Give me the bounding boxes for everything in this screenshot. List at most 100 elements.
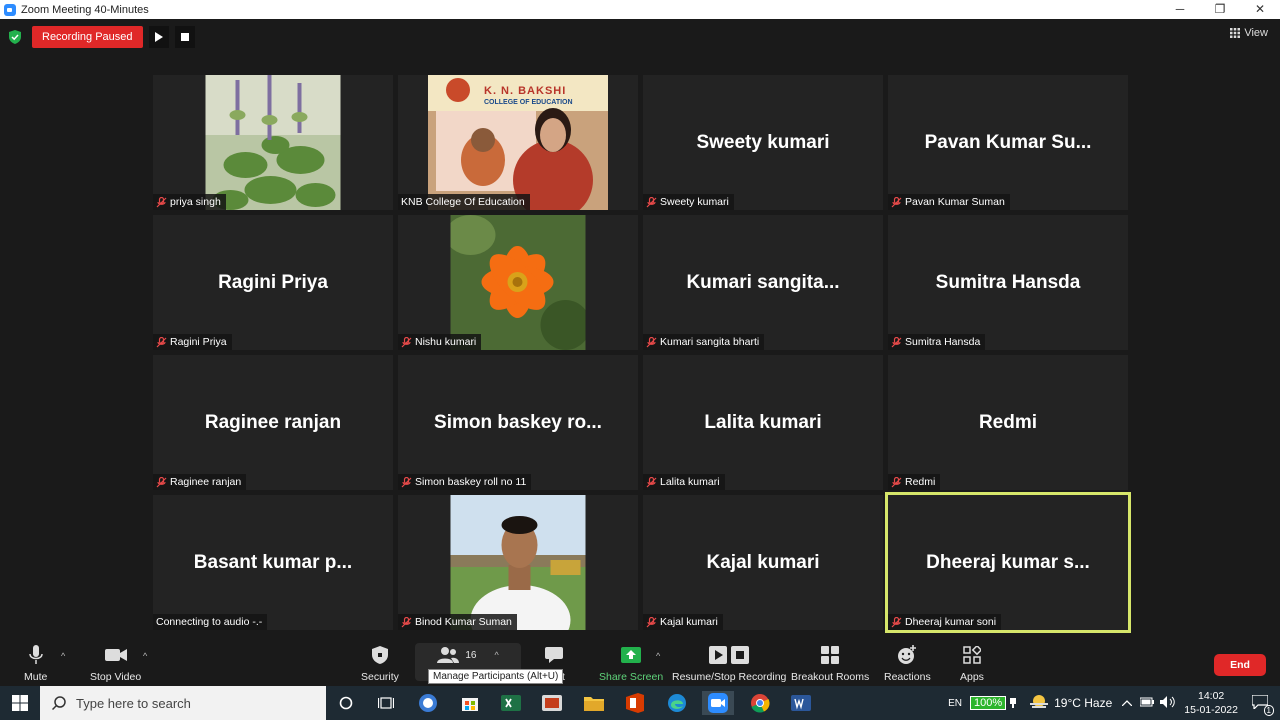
participant-tile[interactable]: Sumitra Hansda Sumitra Hansda [888,215,1128,350]
presentation-app-icon[interactable] [540,691,564,715]
participant-name: Basant kumar p... [193,551,353,573]
name-tag: Simon baskey roll no 11 [398,474,532,490]
participant-name: Kumari sangita... [686,271,840,293]
edge-browser-icon[interactable] [665,691,689,715]
breakout-rooms-button[interactable]: Breakout Rooms [791,643,869,683]
app-pinned-icon[interactable] [416,691,440,715]
muted-mic-icon [891,476,902,487]
banner-line1: K. N. BAKSHI [484,85,567,97]
notification-icon[interactable]: 1 [1251,693,1274,716]
muted-mic-icon [646,616,657,627]
battery-percentage[interactable]: 100% [969,696,1007,710]
battery-icon[interactable] [1139,697,1155,710]
share-screen-button[interactable]: Share Screen [599,643,663,683]
name-tag: Raginee ranjan [153,474,247,490]
reactions-button[interactable]: Reactions [884,643,931,683]
stop-icon[interactable] [174,26,195,48]
apps-button[interactable]: Apps [960,643,984,683]
name-tag: Redmi [888,474,941,490]
task-view-icon[interactable] [374,691,398,715]
weather-text[interactable]: 19°C Haze [1054,696,1112,710]
chrome-icon[interactable] [748,691,772,715]
grid-icon [1230,28,1241,38]
participant-tile-active-speaker[interactable]: Dheeraj kumar s... Dheeraj kumar soni [885,492,1131,633]
cortana-icon[interactable] [334,691,358,715]
weather-haze-icon [1030,694,1049,713]
windows-start-icon[interactable] [8,691,32,715]
audio-options-chevron-icon[interactable]: ^ [61,651,65,661]
volume-icon[interactable] [1160,695,1176,711]
chat-bubble-icon [545,643,564,667]
file-explorer-icon[interactable] [582,691,606,715]
meeting-toolbar: Mute ^ Stop Video ^ Security 16 ^ t Shar… [0,639,1280,686]
play-icon[interactable] [148,26,169,48]
view-button[interactable]: View [1230,27,1268,39]
stop-video-button[interactable]: Stop Video [90,643,141,683]
recording-bar: Recording Paused [8,26,195,48]
close-button[interactable]: ✕ [1240,0,1280,19]
excel-icon[interactable] [499,691,523,715]
participant-name: Redmi [978,411,1038,433]
muted-mic-icon [156,476,167,487]
participant-tile[interactable]: Pavan Kumar Su... Pavan Kumar Suman [888,75,1128,210]
system-tray: EN 100% 19°C Haze 14:02 15-01-2022 1 [948,686,1280,720]
participant-tile[interactable]: Nishu kumari [398,215,638,350]
participant-tile[interactable]: K. N. BAKSHI COLLEGE OF EDUCATION KNB Co… [398,75,638,210]
muted-mic-icon [646,196,657,207]
muted-mic-icon [401,336,412,347]
participant-name: Pavan Kumar Su... [924,131,1092,153]
video-camera-icon [104,643,127,667]
muted-mic-icon [646,476,657,487]
name-tag: Nishu kumari [398,334,482,350]
apps-icon [963,643,981,667]
name-tag: Sweety kumari [643,194,734,210]
microphone-icon [28,643,43,667]
language-indicator[interactable]: EN [948,698,962,709]
participants-count: 16 [465,649,477,661]
window-title: Zoom Meeting 40-Minutes [21,3,149,16]
participants-icon [437,647,460,663]
security-button[interactable]: Security [361,643,399,683]
taskbar-search-input[interactable]: Type here to search [40,686,326,720]
video-options-chevron-icon[interactable]: ^ [143,651,147,661]
resume-stop-recording-button[interactable]: Resume/Stop Recording [672,643,786,683]
clock[interactable]: 14:02 15-01-2022 [1184,689,1238,717]
participant-name: Simon baskey ro... [434,411,602,433]
participant-tile[interactable]: Ragini Priya Ragini Priya [153,215,393,350]
office-icon[interactable] [623,691,647,715]
minimize-button[interactable]: ─ [1160,0,1200,19]
zoom-taskbar-icon[interactable] [702,691,734,715]
muted-mic-icon [891,336,902,347]
participant-tile[interactable]: Kumari sangita... Kumari sangita bharti [643,215,883,350]
recording-status: Recording Paused [32,26,143,48]
name-tag: Connecting to audio -.- [153,614,268,630]
plug-icon [1010,696,1017,711]
participant-tile[interactable]: Kajal kumari Kajal kumari [643,495,883,630]
word-icon[interactable] [789,691,813,715]
restore-button[interactable]: ❐ [1200,0,1240,19]
muted-mic-icon [891,196,902,207]
share-options-chevron-icon[interactable]: ^ [656,651,660,661]
man-portrait-photo [450,495,586,630]
participant-tile[interactable]: Raginee ranjan Raginee ranjan [153,355,393,490]
participant-grid: priya singh K. N. BAKSHI COLLEGE OF EDUC… [153,75,1131,633]
participant-tile[interactable]: Binod Kumar Suman [398,495,638,630]
search-placeholder: Type here to search [76,695,191,711]
participants-chevron-icon[interactable]: ^ [494,650,498,660]
participant-tile[interactable]: Simon baskey ro... Simon baskey roll no … [398,355,638,490]
name-tag: Kajal kumari [643,614,723,630]
participant-tile[interactable]: Redmi Redmi [888,355,1128,490]
stop-recording-icon [731,646,750,664]
store-icon[interactable] [458,691,482,715]
encryption-shield-icon[interactable] [8,29,22,45]
end-meeting-button[interactable]: End [1214,654,1266,676]
participant-tile[interactable]: priya singh [153,75,393,210]
participant-tile[interactable]: Sweety kumari Sweety kumari [643,75,883,210]
participant-tile[interactable]: Basant kumar p... Connecting to audio -.… [153,495,393,630]
muted-mic-icon [401,616,412,627]
mute-button[interactable]: Mute [24,643,47,683]
tray-chevron-icon[interactable] [1121,697,1133,709]
participant-tile[interactable]: Lalita kumari Lalita kumari [643,355,883,490]
notification-count: 1 [1263,704,1274,716]
name-tag: Kumari sangita bharti [643,334,765,350]
